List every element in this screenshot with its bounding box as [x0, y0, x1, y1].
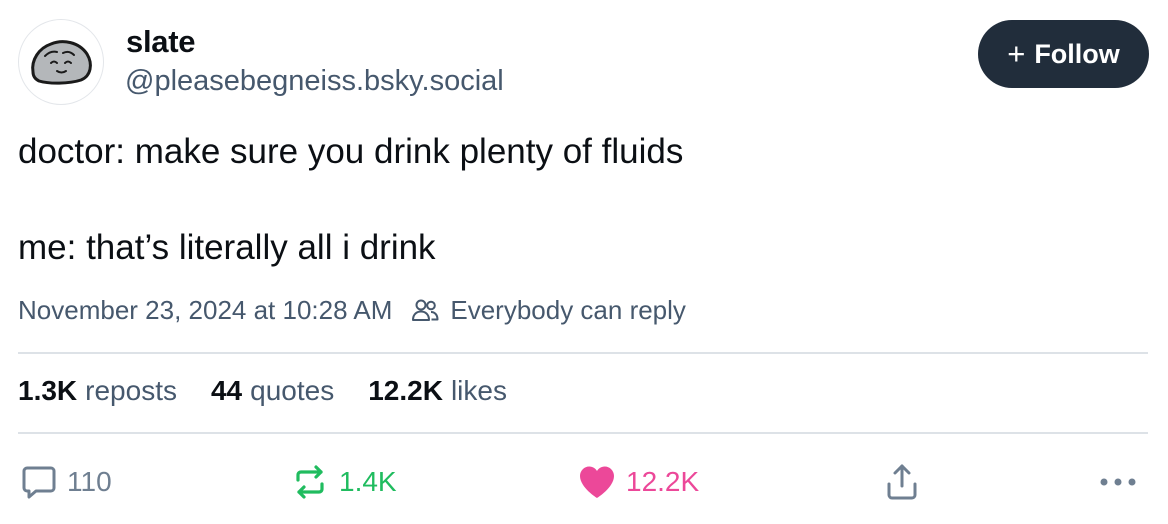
post-text-line: doctor: make sure you drink plenty of fl…: [18, 132, 684, 171]
share-button[interactable]: [884, 459, 920, 505]
post-card: slate @pleasebegneiss.bsky.social + Foll…: [0, 0, 1168, 524]
author-display-name[interactable]: slate: [126, 24, 195, 60]
reply-scope-label: Everybody can reply: [450, 295, 686, 325]
repost-button[interactable]: 1.4K: [290, 459, 397, 505]
plus-icon: +: [1007, 35, 1026, 71]
divider: [18, 352, 1148, 354]
reply-icon: [22, 466, 56, 499]
post-text-line: me: that’s literally all i drink: [18, 228, 436, 267]
likes-count: 12.2K: [368, 375, 443, 406]
quotes-label: quotes: [250, 375, 335, 406]
quotes-stat[interactable]: 44 quotes: [211, 375, 334, 407]
divider: [18, 432, 1148, 434]
follow-label: Follow: [1034, 38, 1120, 69]
reposts-label: reposts: [85, 375, 177, 406]
reply-count: 110: [67, 466, 112, 497]
like-button[interactable]: 12.2K: [577, 459, 699, 505]
reposts-count: 1.3K: [18, 375, 78, 406]
reply-scope: Everybody can reply: [410, 295, 686, 326]
reposts-stat[interactable]: 1.3K reposts: [18, 375, 177, 407]
likes-stat[interactable]: 12.2K likes: [368, 375, 507, 407]
heart-icon: [580, 466, 614, 498]
quotes-count: 44: [210, 375, 243, 406]
people-icon: [412, 299, 439, 321]
reply-button[interactable]: 110: [20, 459, 112, 505]
follow-button[interactable]: + Follow: [978, 20, 1149, 88]
post-meta: November 23, 2024 at 10:28 AM Everybody …: [18, 295, 686, 326]
more-options-button[interactable]: [1098, 459, 1138, 505]
rock-face-icon: [31, 40, 92, 85]
engagement-stats: 1.3K reposts 44 quotes 12.2K likes: [18, 375, 541, 407]
post-timestamp[interactable]: November 23, 2024 at 10:28 AM: [18, 295, 392, 326]
repost-count: 1.4K: [339, 466, 397, 497]
repost-icon: [296, 465, 324, 499]
likes-label: likes: [450, 375, 507, 406]
like-count: 12.2K: [626, 466, 700, 497]
ellipsis-icon: [1100, 478, 1136, 486]
share-icon: [887, 464, 917, 500]
author-handle[interactable]: @pleasebegneiss.bsky.social: [125, 65, 504, 98]
avatar[interactable]: [18, 19, 104, 105]
